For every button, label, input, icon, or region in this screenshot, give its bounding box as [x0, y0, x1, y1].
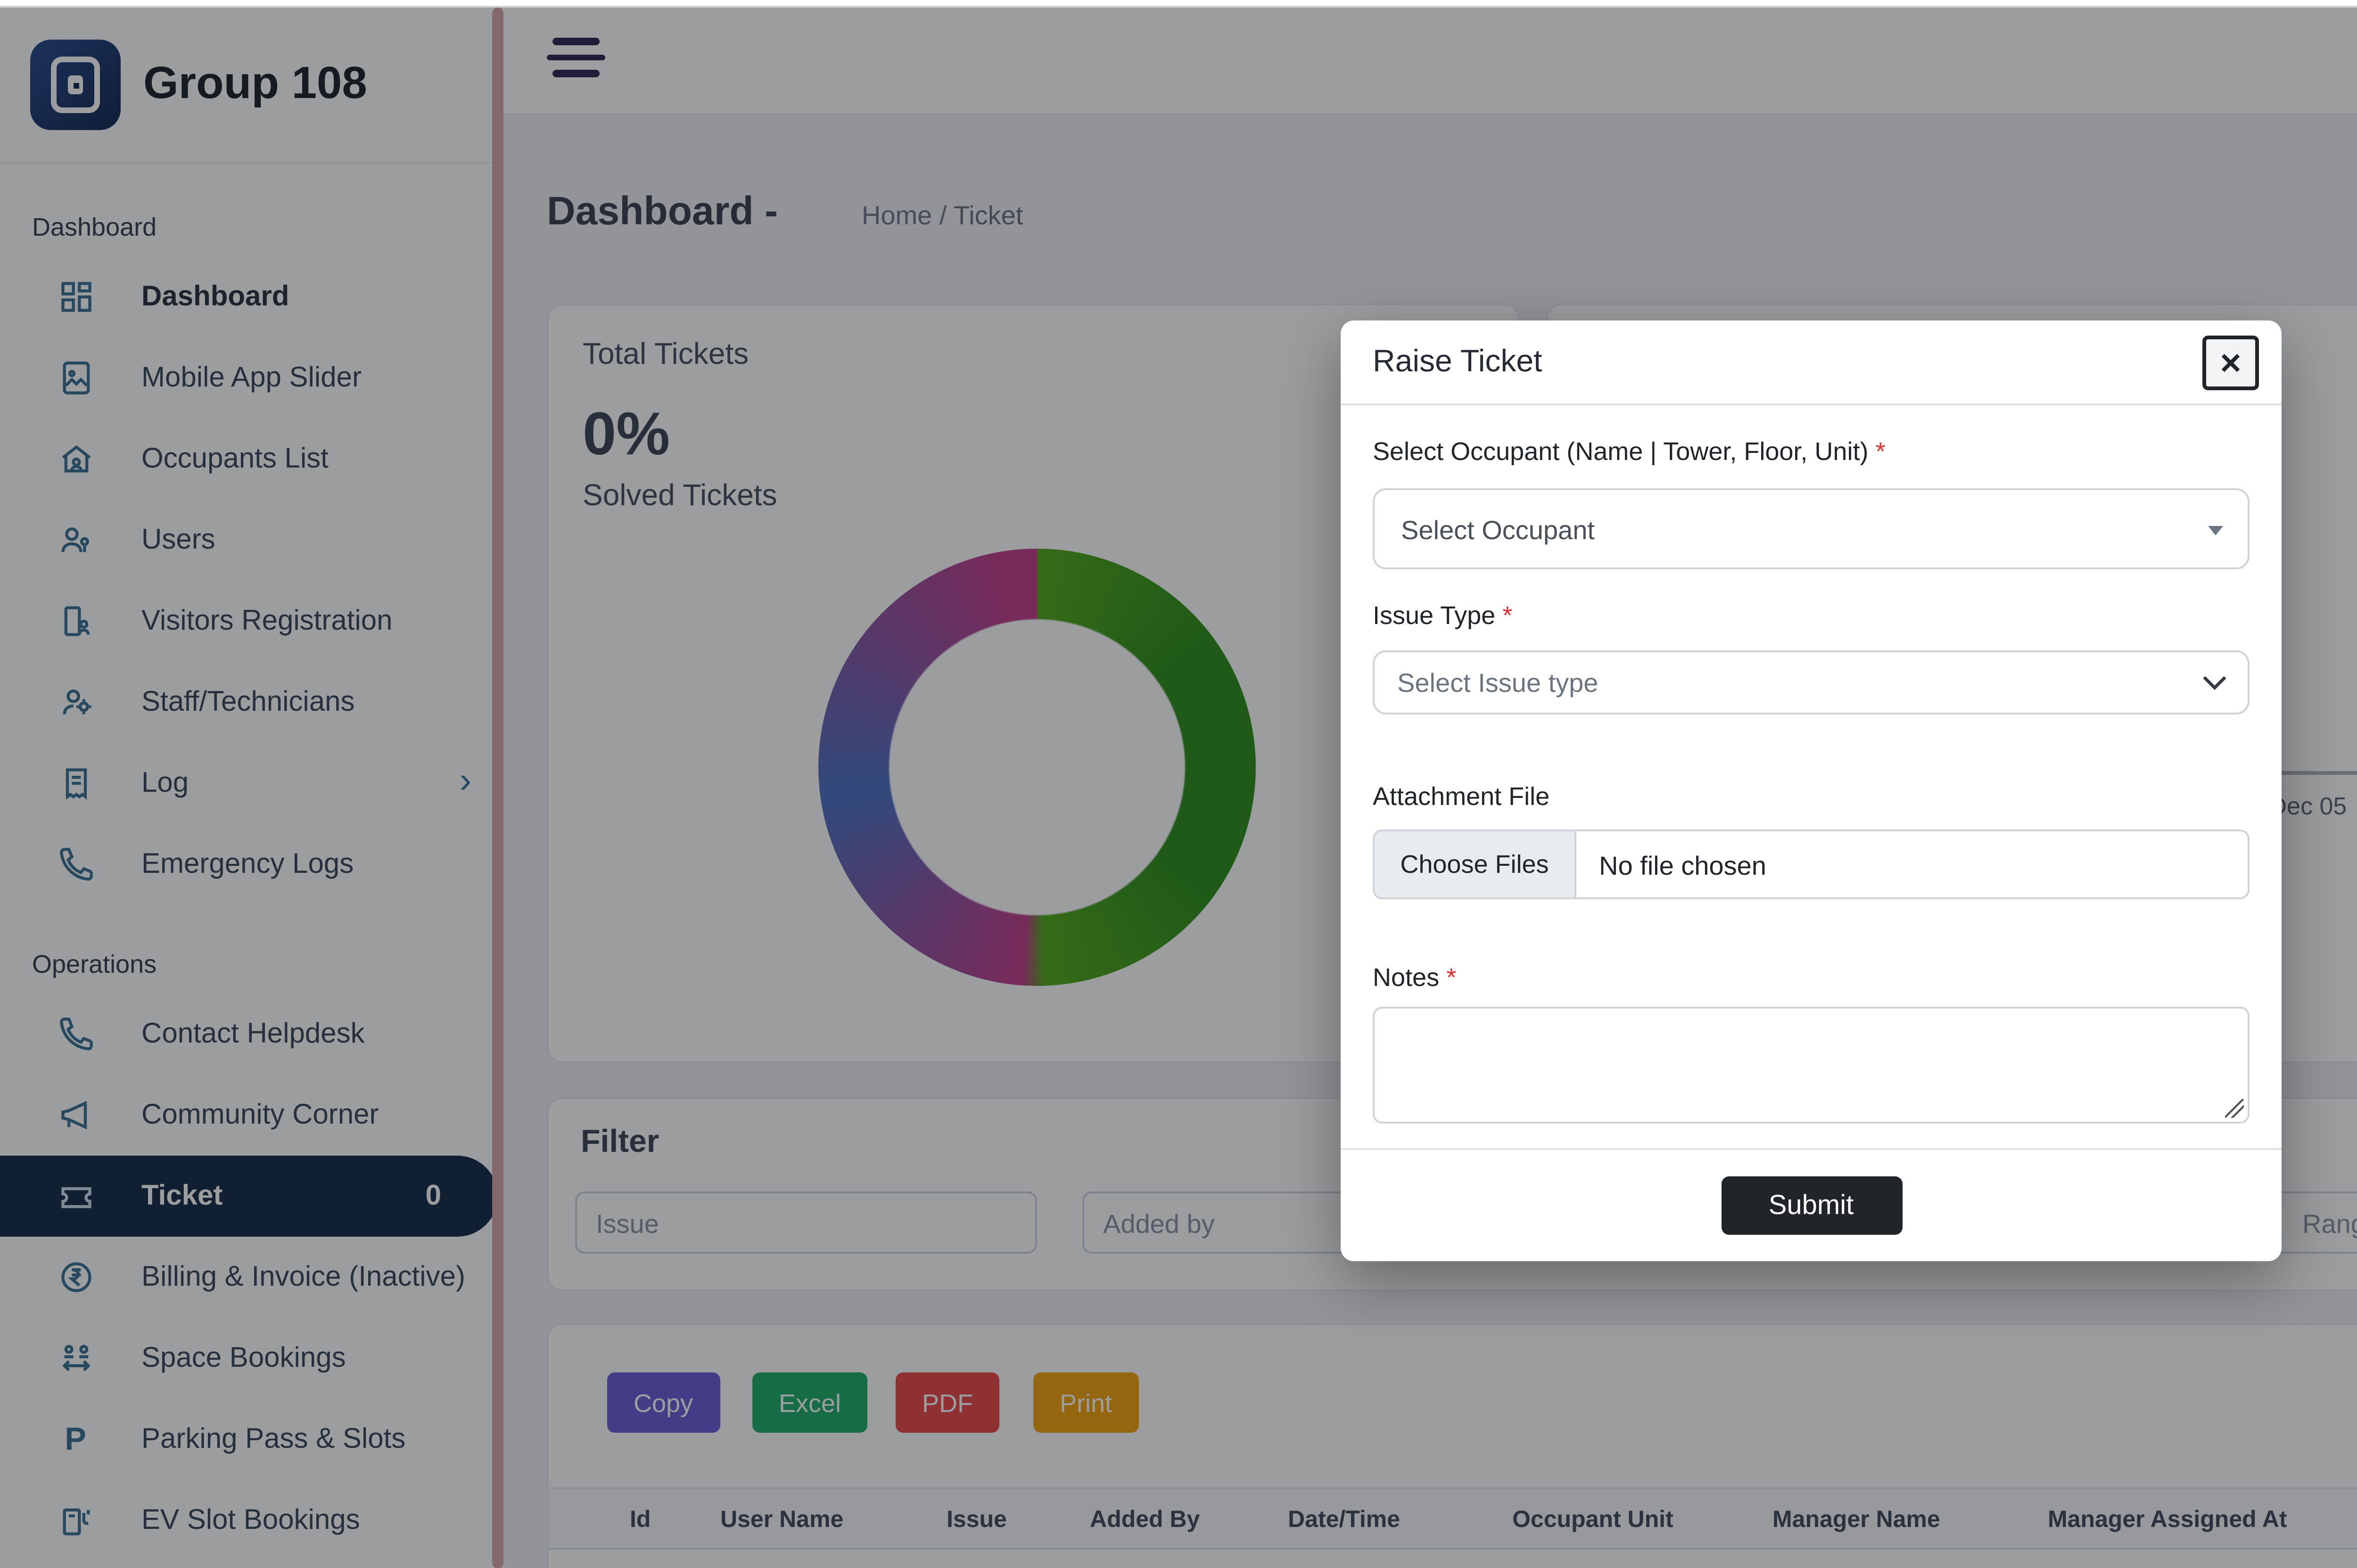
chevron-down-icon: [2202, 675, 2227, 692]
occupant-select-value: Select Occupant: [1401, 514, 1595, 544]
close-button[interactable]: ✕: [2202, 336, 2259, 390]
notes-textarea[interactable]: [1373, 1007, 2250, 1124]
issue-type-select[interactable]: Select Issue type: [1373, 650, 2250, 714]
choose-files-button[interactable]: Choose Files: [1375, 831, 1576, 897]
attachment-file-input[interactable]: Choose Files No file chosen: [1373, 829, 2250, 899]
browser-top-strip: [0, 0, 2357, 8]
resize-handle-icon[interactable]: [2225, 1099, 2244, 1118]
occupant-field-label: Select Occupant (Name | Tower, Floor, Un…: [1373, 437, 2250, 466]
required-asterisk: *: [1502, 601, 1512, 630]
issue-type-field-label: Issue Type *: [1373, 601, 2250, 630]
caret-down-icon: [2208, 526, 2223, 535]
raise-ticket-modal: Raise Ticket ✕ Select Occupant (Name | T…: [1341, 320, 2282, 1261]
required-asterisk: *: [1876, 437, 1886, 466]
modal-header: Raise Ticket ✕: [1341, 320, 2282, 405]
submit-button[interactable]: Submit: [1721, 1176, 1902, 1235]
close-icon: ✕: [2219, 346, 2242, 380]
file-chosen-text: No file chosen: [1576, 831, 1766, 897]
modal-footer: Submit: [1341, 1148, 2282, 1261]
occupant-select[interactable]: Select Occupant: [1373, 488, 2250, 569]
issue-type-select-value: Select Issue type: [1397, 667, 1599, 698]
attachment-field-label: Attachment File: [1373, 782, 2250, 811]
required-asterisk: *: [1446, 963, 1456, 992]
app-viewport: Group 108 Dashboard Dashboard Mobile App…: [0, 0, 2357, 1568]
notes-field-label: Notes *: [1373, 963, 2250, 992]
modal-title: Raise Ticket: [1373, 345, 1542, 381]
modal-body: Select Occupant (Name | Tower, Floor, Un…: [1341, 405, 2282, 1156]
